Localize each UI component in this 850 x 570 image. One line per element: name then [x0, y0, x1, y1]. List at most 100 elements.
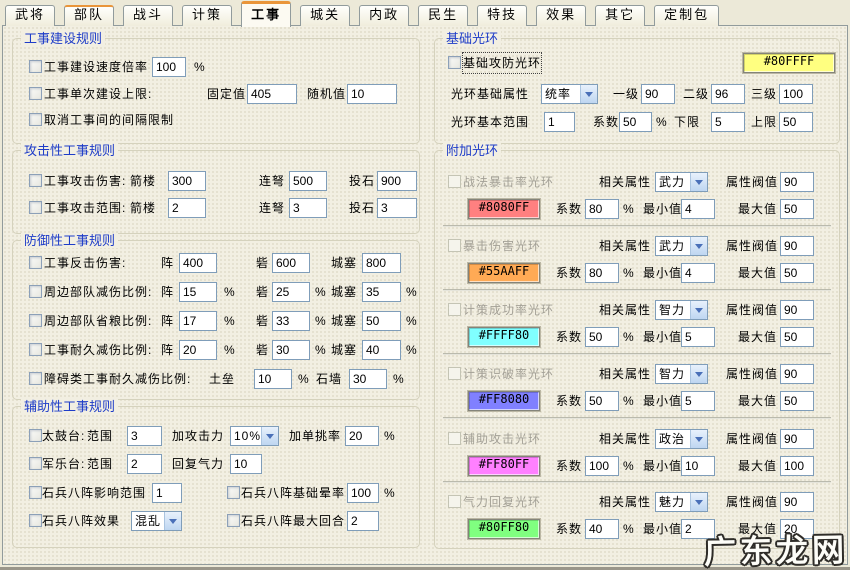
coefficient-input[interactable]	[585, 199, 619, 219]
attack-range-checkbox[interactable]	[29, 201, 42, 214]
tab-teji[interactable]: 特技	[477, 5, 528, 26]
arrow-tower-range-input[interactable]	[168, 198, 206, 218]
attack-damage-checkbox[interactable]	[29, 174, 42, 187]
aura-color-button[interactable]: #55AAFF	[468, 263, 540, 283]
citadel-input[interactable]	[362, 340, 401, 360]
tab-xiaoguo[interactable]: 效果	[536, 5, 587, 26]
max-input[interactable]	[780, 391, 814, 411]
citadel-counter-input[interactable]	[362, 253, 401, 273]
stone-maze-stun-checkbox[interactable]	[227, 486, 240, 499]
chevron-down-icon[interactable]	[690, 237, 707, 255]
tab-jice[interactable]: 计策	[182, 5, 233, 26]
earth-mound-input[interactable]	[254, 369, 292, 389]
aura-checkbox[interactable]	[448, 432, 461, 445]
fort-counter-input[interactable]	[272, 253, 310, 273]
construction-speed-checkbox[interactable]	[29, 60, 42, 73]
tab-minsheng[interactable]: 民生	[418, 5, 469, 26]
related-attr-dropdown[interactable]: 魅力	[655, 492, 708, 512]
coefficient-input[interactable]	[585, 327, 619, 347]
tab-chengguan[interactable]: 城关	[300, 5, 351, 26]
construction-speed-input[interactable]	[152, 57, 186, 77]
aura-color-button[interactable]: #FFFF80	[468, 327, 540, 347]
stone-maze-effect-dropdown[interactable]: 混乱	[131, 511, 182, 531]
cancel-gap-limit-checkbox[interactable]	[29, 113, 42, 126]
obstacle-durability-checkbox[interactable]	[29, 372, 42, 385]
threshold-input[interactable]	[780, 236, 814, 256]
coefficient-input[interactable]	[619, 112, 652, 132]
min-input[interactable]	[681, 456, 715, 476]
related-attr-dropdown[interactable]: 智力	[655, 300, 708, 320]
chevron-down-icon[interactable]	[690, 173, 707, 191]
stone-maze-range-checkbox[interactable]	[29, 486, 42, 499]
aura-checkbox[interactable]	[448, 303, 461, 316]
coefficient-input[interactable]	[585, 519, 619, 539]
fixed-value-input[interactable]	[247, 84, 297, 104]
camp-input[interactable]	[179, 311, 217, 331]
arrow-tower-damage-input[interactable]	[168, 171, 206, 191]
fort-input[interactable]	[272, 282, 310, 302]
duel-rate-input[interactable]	[345, 426, 379, 446]
lower-limit-input[interactable]	[711, 112, 745, 132]
random-value-input[interactable]	[347, 84, 397, 104]
base-aura-color-button[interactable]: #80FFFF	[743, 53, 835, 73]
coefficient-input[interactable]	[585, 263, 619, 283]
aura-color-button[interactable]: #80FF80	[468, 519, 540, 539]
stone-maze-stun-input[interactable]	[347, 483, 379, 503]
coefficient-input[interactable]	[585, 391, 619, 411]
drum-range-input[interactable]	[127, 426, 162, 446]
tab-budui[interactable]: 部队	[64, 5, 115, 26]
base-attr-dropdown[interactable]: 统率	[541, 84, 598, 104]
tab-neizheng[interactable]: 内政	[359, 5, 410, 26]
repeater-range-input[interactable]	[289, 198, 327, 218]
music-tower-checkbox[interactable]	[29, 457, 42, 470]
level2-input[interactable]	[711, 84, 745, 104]
related-attr-dropdown[interactable]: 政治	[655, 429, 708, 449]
chevron-down-icon[interactable]	[690, 365, 707, 383]
stone-maze-effect-checkbox[interactable]	[29, 514, 42, 527]
music-range-input[interactable]	[127, 454, 162, 474]
upper-limit-input[interactable]	[779, 112, 813, 132]
max-input[interactable]	[780, 263, 814, 283]
nearby-food-saving-checkbox[interactable]	[29, 314, 42, 327]
aura-checkbox[interactable]	[448, 495, 461, 508]
chevron-down-icon[interactable]	[690, 301, 707, 319]
camp-counter-input[interactable]	[179, 253, 217, 273]
chevron-down-icon[interactable]	[690, 493, 707, 511]
coefficient-input[interactable]	[585, 456, 619, 476]
tab-zhandou[interactable]: 战斗	[123, 5, 174, 26]
base-aura-checkbox[interactable]	[448, 56, 461, 69]
threshold-input[interactable]	[780, 300, 814, 320]
tab-qita[interactable]: 其它	[595, 5, 646, 26]
base-range-input[interactable]	[544, 112, 575, 132]
aura-checkbox[interactable]	[448, 367, 461, 380]
catapult-range-input[interactable]	[377, 198, 417, 218]
aura-color-button[interactable]: #FF80FF	[468, 456, 540, 476]
drum-tower-checkbox[interactable]	[29, 429, 42, 442]
chevron-down-icon[interactable]	[164, 512, 181, 530]
related-attr-dropdown[interactable]: 智力	[655, 364, 708, 384]
morale-recover-input[interactable]	[230, 454, 262, 474]
threshold-input[interactable]	[780, 364, 814, 384]
nearby-damage-reduction-checkbox[interactable]	[29, 285, 42, 298]
level1-input[interactable]	[641, 84, 675, 104]
stone-maze-range-input[interactable]	[152, 483, 182, 503]
tab-gongshi-active[interactable]: 工事	[241, 1, 292, 27]
related-attr-dropdown[interactable]: 武力	[655, 172, 708, 192]
tab-wujiang[interactable]: 武将	[5, 5, 56, 26]
threshold-input[interactable]	[780, 492, 814, 512]
counter-damage-checkbox[interactable]	[29, 256, 42, 269]
aura-checkbox[interactable]	[448, 175, 461, 188]
min-input[interactable]	[681, 327, 715, 347]
tab-dingzhibao[interactable]: 定制包	[654, 5, 720, 26]
threshold-input[interactable]	[780, 429, 814, 449]
aura-color-button[interactable]: #8080FF	[468, 199, 540, 219]
threshold-input[interactable]	[780, 172, 814, 192]
min-input[interactable]	[681, 199, 715, 219]
min-input[interactable]	[681, 263, 715, 283]
fort-input[interactable]	[272, 311, 310, 331]
single-build-limit-checkbox[interactable]	[29, 87, 42, 100]
attack-bonus-dropdown[interactable]: 10%	[230, 426, 279, 446]
citadel-input[interactable]	[362, 282, 401, 302]
chevron-down-icon[interactable]	[261, 427, 278, 445]
chevron-down-icon[interactable]	[690, 430, 707, 448]
